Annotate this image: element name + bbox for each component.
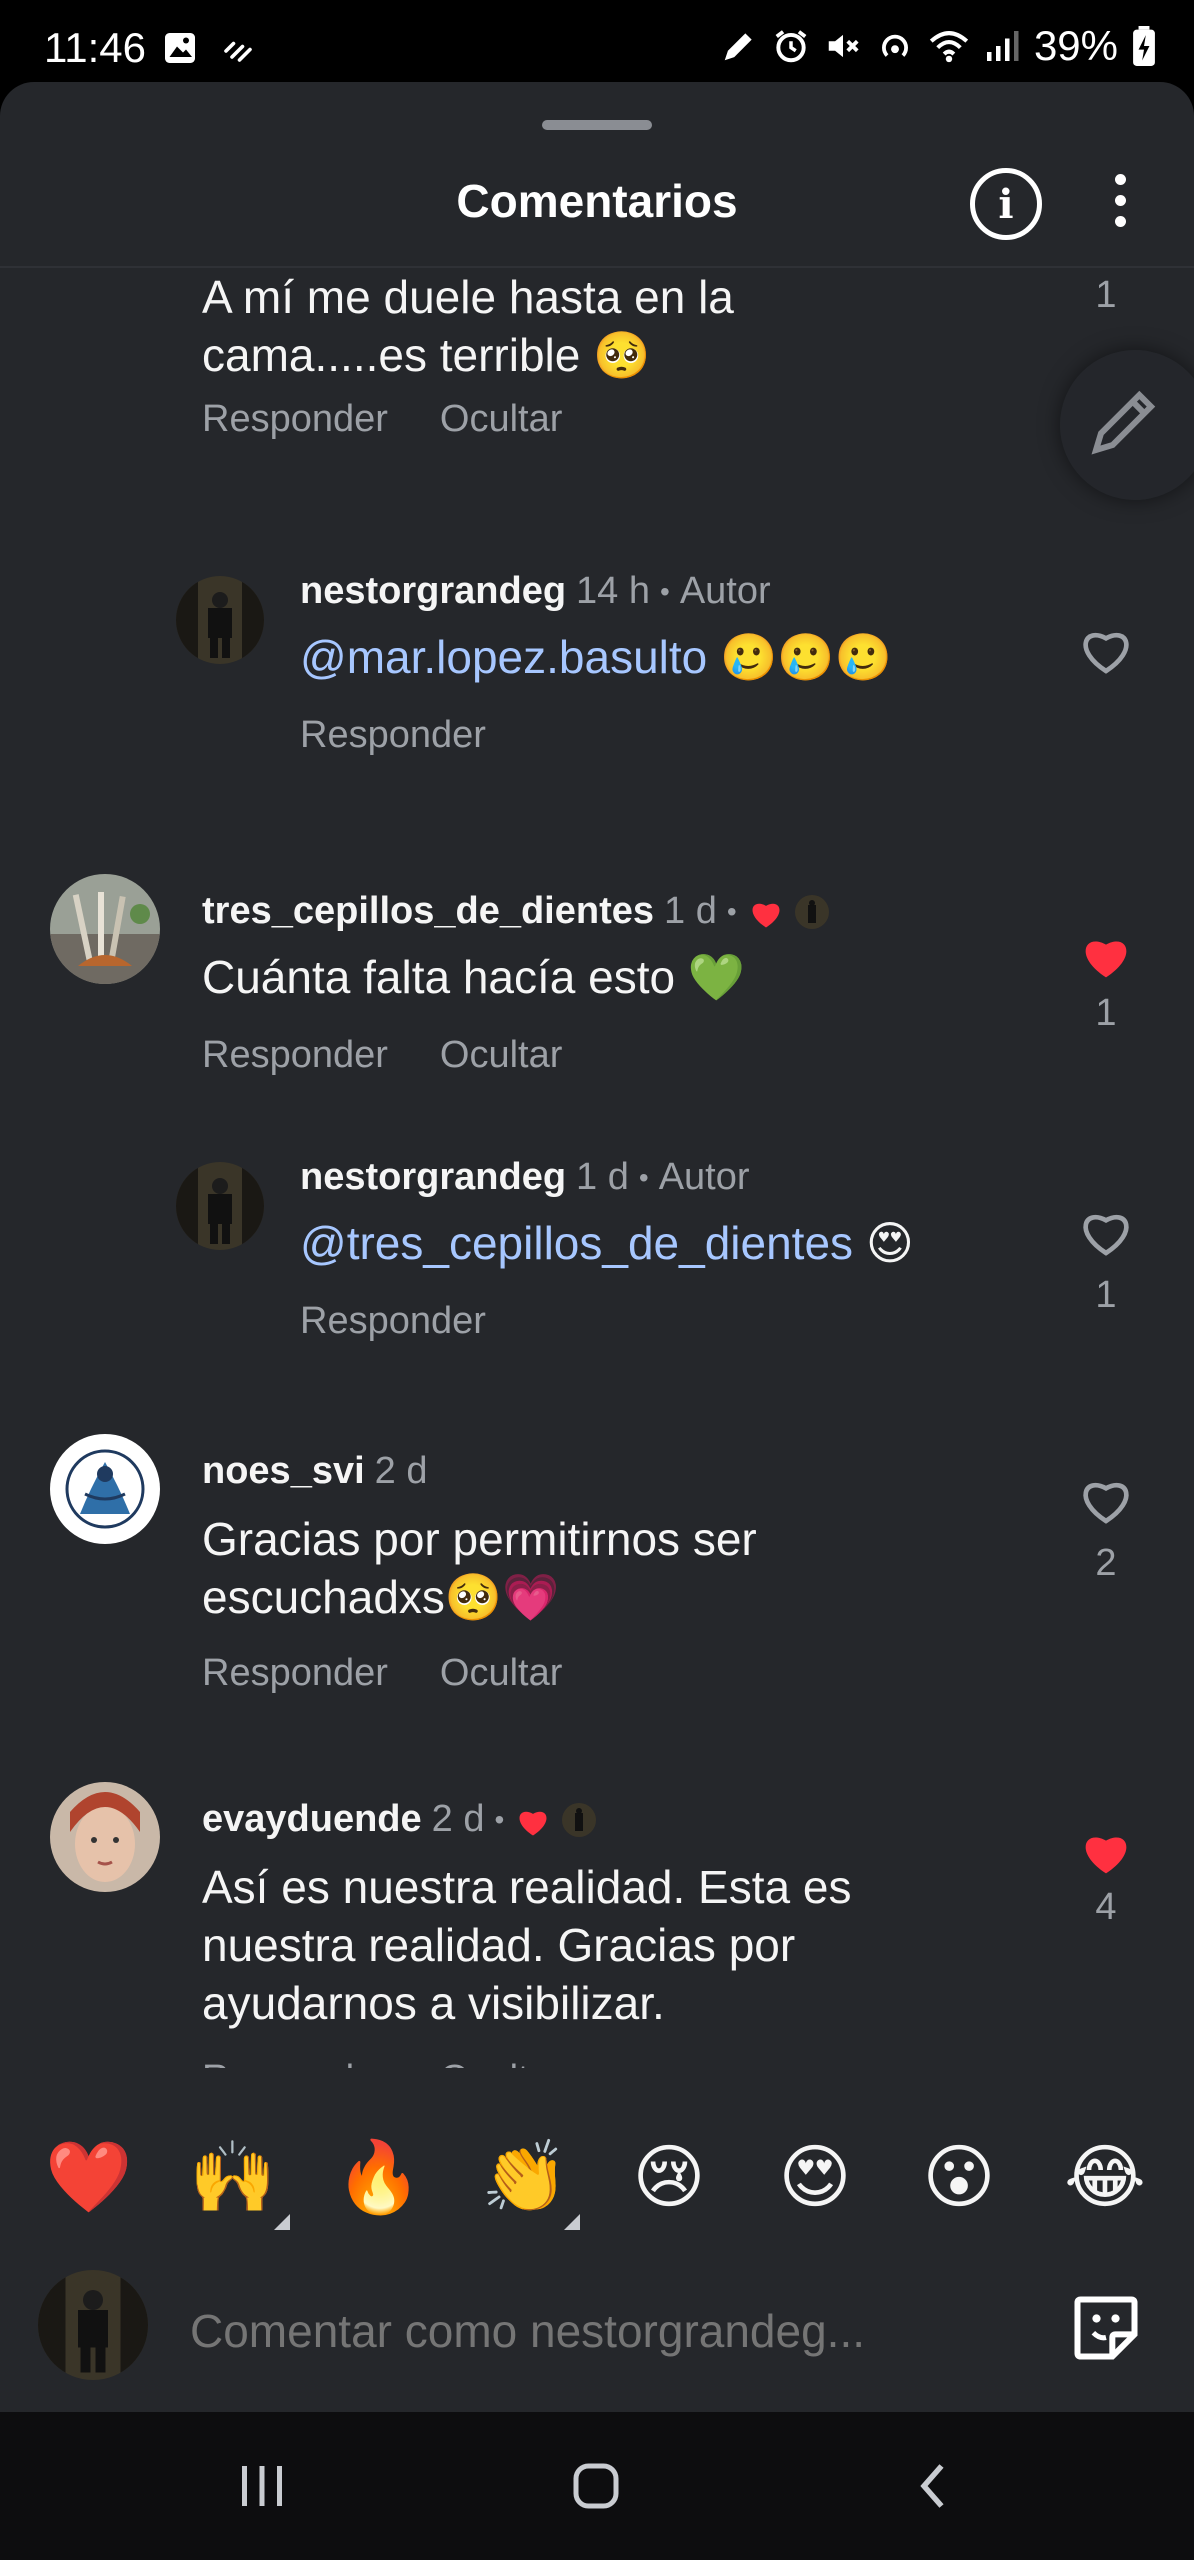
comments-list[interactable]: A mí me duele hasta en la cama.....es te… (0, 268, 1194, 2068)
emoji-surprised-button[interactable]: 😮 (904, 2122, 1014, 2232)
emoji-raised-hands-button[interactable]: 🙌 (178, 2122, 288, 2232)
heart-filled-icon[interactable] (1078, 928, 1134, 980)
like-count: 4 (1095, 1886, 1117, 1928)
avatar[interactable] (50, 1782, 160, 1892)
like-count: 2 (1095, 1542, 1117, 1584)
creator-mini-avatar (794, 894, 829, 929)
back-icon[interactable] (904, 2456, 964, 2516)
username[interactable]: nestorgrandeg (300, 570, 566, 613)
comment-time: 2 d (431, 1798, 485, 1840)
my-avatar (38, 2270, 148, 2380)
comment-time: 2 d (374, 1450, 428, 1492)
mention-link[interactable]: @mar.lopez.basulto (300, 631, 707, 683)
like-count: 1 (1095, 1274, 1117, 1316)
hide-button[interactable]: Ocultar (440, 1034, 562, 1077)
reply-button[interactable]: Responder (202, 1652, 388, 1695)
avatar[interactable] (50, 1434, 160, 1544)
more-options-button[interactable] (1100, 174, 1140, 234)
username[interactable]: nestorgrandeg (300, 1156, 566, 1199)
comment-input-bar (0, 2262, 1194, 2402)
mute-icon (828, 34, 859, 58)
emoji-heart-eyes-button[interactable]: 😍 (760, 2122, 870, 2232)
comment-time: 14 h (576, 570, 651, 612)
system-nav-bar (0, 2412, 1194, 2560)
username[interactable]: noes_svi (202, 1450, 365, 1493)
like-count: 1 (1095, 274, 1117, 316)
reply-button[interactable]: Responder (300, 1300, 486, 1343)
comment-text: Así es nuestra realidad. Esta es nuestra… (202, 1861, 852, 2029)
emoji-heart-button[interactable]: ❤️ (34, 2122, 144, 2232)
hide-button[interactable]: Ocultar (440, 398, 562, 441)
heart-filled-icon[interactable] (1078, 1824, 1134, 1876)
heart-outline-icon[interactable] (1078, 1472, 1134, 1528)
emoji-laugh-button[interactable]: 😂 (1050, 2122, 1160, 2232)
skin-tone-indicator-icon (274, 2214, 290, 2230)
battery-percent: 39% (1033, 22, 1118, 69)
sticker-button[interactable] (1068, 2290, 1144, 2366)
hotspot-icon (881, 34, 908, 57)
comment-text: @tres_cepillos_de_dientes 😍 (300, 1216, 914, 1270)
status-time: 11:46 (44, 24, 146, 71)
reply-button[interactable]: Responder (202, 2058, 388, 2068)
signal-icon (986, 31, 1019, 61)
creator-mini-avatar (562, 1802, 597, 1837)
author-badge: Autor (658, 1156, 750, 1198)
comment-text: Gracias por permitirnos ser escuchadxs🥺💗 (202, 1513, 757, 1624)
avatar[interactable] (176, 1162, 264, 1250)
hide-button[interactable]: Ocultar (440, 1652, 562, 1695)
author-badge: Autor (679, 570, 771, 612)
avatar[interactable] (176, 576, 264, 664)
username[interactable]: tres_cepillos_de_dientes (202, 890, 654, 933)
emoji-quick-bar: ❤️ 🙌 🔥 👏 😢 😍 😮 😂 (0, 2122, 1194, 2252)
creator-liked-heart-icon (752, 903, 780, 927)
battery-icon (1133, 26, 1155, 66)
creator-liked-heart-icon (519, 1811, 547, 1835)
alarm-icon (775, 30, 807, 63)
pen-icon (724, 33, 752, 61)
heart-outline-icon[interactable] (1078, 1204, 1134, 1260)
comment-input[interactable] (190, 2296, 950, 2366)
like-count: 1 (1095, 992, 1117, 1034)
comment-text: Cuánta falta hacía esto 💚 (202, 950, 746, 1004)
gallery-icon (165, 33, 195, 63)
pencil-icon (1091, 390, 1156, 455)
reply-button[interactable]: Responder (202, 398, 388, 441)
comment-text: A mí me duele hasta en la cama.....es te… (202, 271, 734, 382)
sticker-icon (1074, 2296, 1138, 2360)
info-icon: i (998, 180, 1014, 228)
comment-time: 1 d (664, 890, 717, 932)
emoji-cry-button[interactable]: 😢 (614, 2122, 724, 2232)
hide-button[interactable]: Ocultar (440, 2058, 562, 2068)
comment-text: @mar.lopez.basulto 🥲🥲🥲 (300, 630, 892, 684)
comments-sheet: Comentarios i A mí me duele hasta en la … (0, 82, 1194, 2412)
mention-link[interactable]: @tres_cepillos_de_dientes (300, 1217, 853, 1269)
weather-icon (224, 41, 252, 62)
drag-handle[interactable] (542, 120, 652, 130)
status-bar: 11:46 39% (0, 0, 1194, 82)
info-button[interactable]: i (970, 168, 1042, 240)
skin-tone-indicator-icon (564, 2214, 580, 2230)
recents-icon[interactable] (232, 2456, 292, 2516)
wifi-icon (929, 31, 969, 63)
home-icon[interactable] (566, 2456, 626, 2516)
reply-button[interactable]: Responder (202, 1034, 388, 1077)
reply-button[interactable]: Responder (300, 714, 486, 757)
heart-outline-icon[interactable] (1078, 622, 1134, 678)
username[interactable]: evayduende (202, 1798, 422, 1841)
emoji-fire-button[interactable]: 🔥 (324, 2122, 434, 2232)
comment-time: 1 d (576, 1156, 629, 1198)
avatar[interactable] (50, 874, 160, 984)
